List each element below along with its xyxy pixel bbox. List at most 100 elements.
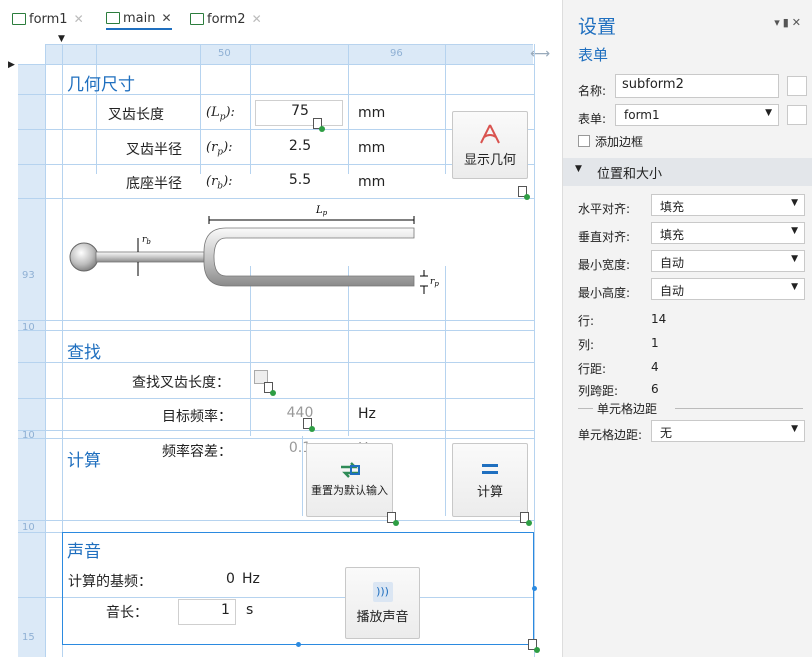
document-marker-icon[interactable]: [313, 118, 325, 132]
tab-form2[interactable]: form2 ✕: [190, 8, 262, 30]
rows-value: 14: [651, 312, 667, 326]
compute-button[interactable]: 计算: [452, 443, 528, 517]
chevron-down-icon: ▼: [791, 198, 798, 208]
form-label: 表单:: [578, 112, 607, 126]
form-doc-icon: [106, 12, 120, 24]
grid-line: [18, 320, 534, 321]
halign-label: 水平对齐:: [578, 202, 631, 216]
grid-line: [45, 44, 46, 657]
swap-arrows-icon: [340, 462, 360, 478]
symbol-prong-radius: (rp):: [206, 140, 233, 158]
reset-defaults-button[interactable]: 重置为默认输入: [306, 443, 393, 517]
settings-panel: 设置 ▾▮✕ 表单 名称: subform2 表单: form1 ▼ 添加边框 ▼…: [562, 0, 812, 657]
min-width-label: 最小宽度:: [578, 258, 631, 272]
unit-mm: mm: [358, 140, 386, 156]
cell-margin-select[interactable]: 无 ▼: [651, 420, 805, 442]
close-icon[interactable]: ✕: [252, 12, 262, 26]
play-sound-label: 播放声音: [356, 609, 409, 625]
section-title-compute: 计算: [67, 451, 101, 471]
chevron-down-icon: ▼: [791, 424, 798, 434]
label-prong-length: 叉齿长度: [108, 107, 164, 123]
tab-label: main: [123, 10, 156, 26]
grid-line: [18, 430, 534, 431]
document-marker-icon[interactable]: [518, 186, 530, 200]
min-width-select[interactable]: 自动 ▼: [651, 250, 805, 272]
chevron-down-icon: ▼: [791, 226, 798, 236]
tab-form1[interactable]: form1 ✕: [12, 8, 84, 30]
valign-label: 垂直对齐:: [578, 230, 631, 244]
divider: [675, 408, 803, 409]
grid-line: [18, 438, 534, 439]
pin-icon[interactable]: ▮: [783, 16, 792, 29]
target-frequency-value[interactable]: 440: [270, 405, 330, 421]
ruler-label: 93: [22, 270, 35, 281]
form-editor-canvas[interactable]: ▼ ▶ 50 96 ⟷ 93 10 10 10 15 几何尺寸 叉齿长度 (Lp…: [0, 32, 562, 657]
document-marker-icon[interactable]: [264, 382, 276, 396]
grid-line: [18, 64, 534, 65]
min-height-select[interactable]: 自动 ▼: [651, 278, 805, 300]
position-size-title: 位置和大小: [597, 167, 663, 182]
duration-value: 1: [221, 602, 230, 618]
edit-name-icon[interactable]: [787, 76, 807, 96]
chevron-down-icon: ▼: [765, 108, 772, 118]
form-doc-icon: [190, 13, 204, 25]
tab-main[interactable]: main ✕: [106, 8, 172, 30]
add-border-checkbox[interactable]: [578, 135, 590, 147]
halign-select[interactable]: 填充 ▼: [651, 194, 805, 216]
position-size-header[interactable]: ▼ 位置和大小: [563, 158, 812, 186]
name-input[interactable]: subform2: [615, 74, 779, 98]
ruler-left[interactable]: [18, 64, 45, 657]
reset-defaults-label: 重置为默认输入: [311, 484, 388, 497]
document-marker-icon[interactable]: [528, 639, 540, 653]
close-icon[interactable]: ✕: [74, 12, 84, 26]
ruler-label: 10: [22, 322, 35, 333]
ruler-top[interactable]: [45, 44, 533, 64]
column-marker-icon[interactable]: ▼: [58, 34, 65, 44]
dropdown-menu-icon[interactable]: ▾: [774, 16, 783, 29]
valign-select[interactable]: 填充 ▼: [651, 222, 805, 244]
editor-tab-bar: form1 ✕ main ✕ form2 ✕: [0, 0, 562, 32]
equals-icon: [482, 463, 498, 474]
unit-seconds: s: [246, 602, 254, 618]
collapse-icon: ▼: [575, 164, 582, 174]
settings-subtitle: 表单: [578, 46, 609, 64]
document-marker-icon[interactable]: [303, 418, 315, 432]
min-width-value: 自动: [660, 256, 685, 270]
chevron-down-icon: ▼: [791, 282, 798, 292]
resize-handle[interactable]: [296, 642, 301, 647]
form-select[interactable]: form1 ▼: [615, 104, 779, 126]
cell-margin-value: 无: [660, 426, 673, 440]
show-geometry-button[interactable]: 显示几何: [452, 111, 528, 179]
go-to-form-icon[interactable]: [787, 105, 807, 125]
close-icon[interactable]: ✕: [161, 11, 171, 25]
play-sound-button[interactable]: ))) 播放声音: [345, 567, 420, 639]
document-marker-icon[interactable]: [520, 512, 532, 526]
ruler-label: 10: [22, 430, 35, 441]
tab-label: form1: [29, 11, 68, 27]
section-title-search: 查找: [67, 343, 101, 363]
compass-icon: [480, 124, 500, 143]
valign-value: 填充: [660, 228, 685, 242]
compute-label: 计算: [476, 484, 503, 500]
dim-prong-radius: rp: [430, 277, 439, 288]
show-geometry-label: 显示几何: [463, 152, 516, 168]
resize-handle[interactable]: [532, 586, 537, 591]
resize-arrow-icon[interactable]: ⟷: [530, 46, 550, 62]
label-frequency-tolerance: 频率容差：: [162, 444, 232, 460]
divider: [578, 408, 593, 409]
section-title-sound: 声音: [67, 542, 101, 562]
row-spacing-label: 行距:: [578, 362, 607, 376]
unit-mm: mm: [358, 105, 386, 121]
document-marker-icon[interactable]: [387, 512, 399, 526]
grid-line: [18, 330, 534, 331]
rows-label: 行:: [578, 314, 595, 328]
symbol-prong-length: (Lp):: [206, 105, 235, 123]
row-marker-icon[interactable]: ▶: [8, 60, 15, 70]
min-height-value: 自动: [660, 284, 685, 298]
ruler-label: 15: [22, 632, 35, 643]
settings-title: 设置: [578, 16, 617, 38]
name-label: 名称:: [578, 84, 607, 98]
halign-value: 填充: [660, 200, 685, 214]
close-icon[interactable]: ✕: [792, 16, 804, 29]
columns-label: 列:: [578, 338, 595, 352]
